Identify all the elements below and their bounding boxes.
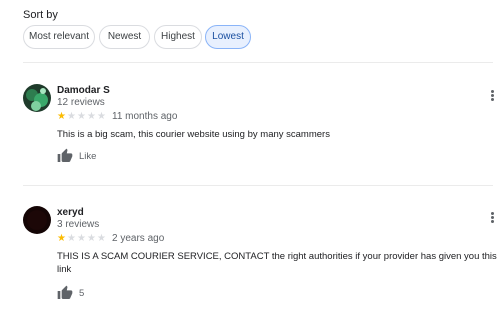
reviewer-name[interactable]: xeryd bbox=[57, 207, 84, 218]
star-icon: ★ bbox=[77, 111, 86, 122]
star-icon: ★ bbox=[67, 111, 76, 122]
avatar-image bbox=[23, 84, 51, 112]
star-icon: ★ bbox=[97, 111, 106, 122]
star-icon: ★ bbox=[67, 233, 76, 244]
more-vert-icon bbox=[491, 212, 494, 215]
sort-chip-lowest[interactable]: Lowest bbox=[205, 25, 251, 49]
avatar-image bbox=[23, 206, 51, 234]
more-options-button[interactable] bbox=[491, 90, 494, 101]
star-icon: ★ bbox=[87, 111, 96, 122]
review-time: 11 months ago bbox=[112, 111, 178, 122]
reviewer-name[interactable]: Damodar S bbox=[57, 85, 110, 96]
review-text: THIS IS A SCAM COURIER SERVICE, CONTACT … bbox=[57, 251, 497, 275]
review-card: xeryd 3 reviews ★ ★ ★ ★ ★ 2 years ago TH… bbox=[23, 206, 500, 306]
more-vert-icon bbox=[491, 90, 494, 93]
star-icon: ★ bbox=[57, 233, 66, 244]
sort-chip-most-relevant[interactable]: Most relevant bbox=[23, 25, 95, 49]
reviewer-review-count: 12 reviews bbox=[57, 97, 105, 108]
avatar[interactable] bbox=[23, 206, 51, 234]
sort-chip-highest[interactable]: Highest bbox=[154, 25, 202, 49]
like-label: Like bbox=[79, 151, 97, 162]
more-options-button[interactable] bbox=[491, 212, 494, 223]
reviewer-review-count: 3 reviews bbox=[57, 219, 100, 230]
divider bbox=[23, 185, 493, 186]
star-icon: ★ bbox=[57, 111, 66, 122]
star-icon: ★ bbox=[97, 233, 106, 244]
thumbs-up-icon bbox=[57, 285, 73, 299]
review-card: Damodar S 12 reviews ★ ★ ★ ★ ★ 11 months… bbox=[23, 84, 500, 170]
review-time: 2 years ago bbox=[112, 233, 165, 244]
star-icon: ★ bbox=[87, 233, 96, 244]
thumbs-up-icon bbox=[57, 148, 73, 162]
sort-label: Sort by bbox=[23, 9, 58, 21]
like-count: 5 bbox=[79, 288, 85, 299]
review-text: This is a big scam, this courier website… bbox=[57, 129, 330, 140]
sort-chip-newest[interactable]: Newest bbox=[99, 25, 150, 49]
divider bbox=[23, 62, 493, 63]
avatar[interactable] bbox=[23, 84, 51, 112]
star-icon: ★ bbox=[77, 233, 86, 244]
